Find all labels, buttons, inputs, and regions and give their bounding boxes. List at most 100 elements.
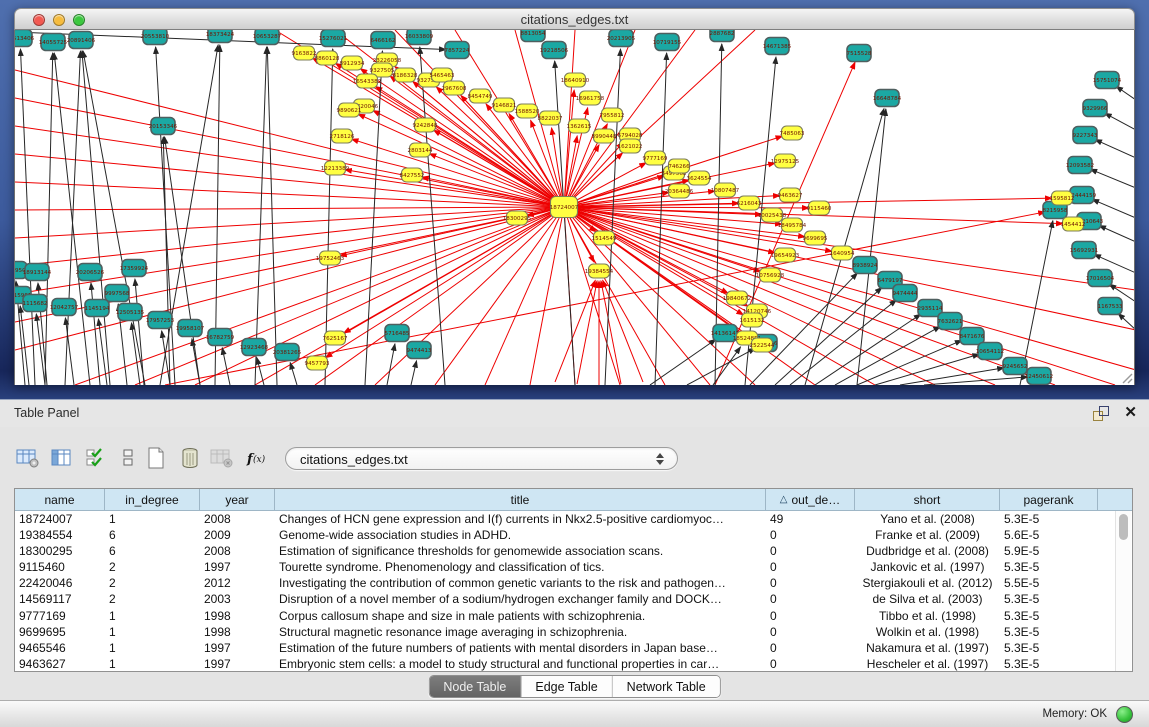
network-node[interactable]: 19218506 [540, 42, 569, 59]
row-height-icon[interactable] [114, 445, 142, 471]
network-node[interactable]: 20206526 [76, 264, 105, 281]
cell-title[interactable]: Estimation of the future numbers of pati… [275, 640, 766, 656]
cell-year[interactable]: 1998 [200, 624, 275, 640]
black-edge[interactable] [815, 314, 921, 385]
column-header-year[interactable]: year [200, 489, 275, 510]
network-node[interactable]: 16648784 [873, 90, 902, 107]
network-node[interactable]: 9329966 [1083, 100, 1108, 117]
network-node[interactable]: 17957253 [146, 312, 175, 329]
network-node[interactable]: 12513406 [15, 30, 35, 47]
network-node[interactable]: 9699695 [803, 231, 828, 245]
cell-pagerank[interactable]: 5.5E-5 [1000, 575, 1098, 591]
red-edge[interactable] [325, 207, 564, 358]
red-edge[interactable] [555, 280, 595, 382]
table-row[interactable]: 969969511998Structural magnetic resonanc… [15, 624, 1132, 640]
black-edge[interactable] [411, 361, 417, 385]
network-node[interactable]: 8454749 [468, 89, 493, 103]
cell-pagerank[interactable]: 5.6E-5 [1000, 527, 1098, 543]
cell-pagerank[interactable]: 5.3E-5 [1000, 591, 1098, 607]
network-node[interactable]: 1615132 [740, 313, 765, 327]
black-edge[interactable] [45, 53, 53, 385]
canvas-resize-grip-icon[interactable] [1123, 374, 1132, 383]
black-edge[interactable] [255, 47, 267, 385]
column-header-title[interactable]: title [275, 489, 766, 510]
cell-title[interactable]: Investigating the contribution of common… [275, 575, 766, 591]
cell-name[interactable]: 9115460 [15, 559, 105, 575]
network-node[interactable]: 2718126 [330, 129, 355, 143]
cell-year[interactable]: 1998 [200, 608, 275, 624]
cell-year[interactable]: 2008 [200, 543, 275, 559]
network-hub-node[interactable]: 18724007 [550, 197, 579, 218]
network-node[interactable]: 8471676 [960, 328, 985, 345]
cell-year[interactable]: 2008 [200, 511, 275, 527]
network-node[interactable]: 10756928 [756, 268, 785, 282]
cell-year[interactable]: 2012 [200, 575, 275, 591]
network-node[interactable]: 9245652 [1003, 358, 1028, 375]
cell-short[interactable]: Franke et al. (2009) [855, 527, 1000, 543]
network-node[interactable]: 1454412 [1061, 217, 1086, 231]
cell-title[interactable]: Disruption of a novel member of a sodium… [275, 591, 766, 607]
network-node[interactable]: 7955812 [600, 108, 625, 122]
network-node[interactable]: 7857224 [445, 42, 470, 59]
network-node[interactable]: 9163822 [292, 46, 317, 60]
cell-in_degree[interactable]: 1 [105, 624, 200, 640]
network-node[interactable]: 2967608 [442, 81, 467, 95]
network-node[interactable]: 9474444 [893, 285, 918, 302]
float-panel-icon[interactable] [1093, 406, 1109, 421]
tab-node-table[interactable]: Node Table [429, 676, 521, 697]
network-node[interactable]: 16033809 [405, 30, 434, 45]
black-edge[interactable] [1095, 140, 1134, 158]
network-node[interactable]: 15692931 [1070, 242, 1099, 259]
black-edge[interactable] [290, 363, 297, 385]
black-edge[interactable] [750, 273, 857, 385]
cell-pagerank[interactable]: 5.3E-5 [1000, 640, 1098, 656]
table-row[interactable]: 911546021997Tourette syndrome. Phenomeno… [15, 559, 1132, 575]
network-node[interactable]: 20553810 [141, 30, 170, 45]
red-edge[interactable] [195, 207, 564, 385]
network-node[interactable]: 1621022 [618, 139, 643, 153]
cell-in_degree[interactable]: 1 [105, 511, 200, 527]
select-columns-icon[interactable] [82, 445, 110, 471]
cell-out_de[interactable]: 0 [766, 591, 855, 607]
network-node[interactable]: 9242848 [413, 118, 438, 132]
table-row[interactable]: 946362711997Embryonic stem cells: a mode… [15, 656, 1132, 672]
tab-network-table[interactable]: Network Table [613, 676, 720, 697]
cell-year[interactable]: 2009 [200, 527, 275, 543]
network-node[interactable]: 5716485 [385, 325, 410, 342]
network-node[interactable]: 1362615 [567, 119, 592, 133]
network-node[interactable]: 12505135 [116, 304, 145, 321]
network-node[interactable]: 17016504 [1086, 270, 1115, 287]
cell-year[interactable]: 2003 [200, 591, 275, 607]
network-node[interactable]: 7515528 [847, 45, 872, 62]
cell-short[interactable]: de Silva et al. (2003) [855, 591, 1000, 607]
network-node[interactable]: 12450612 [1025, 368, 1053, 385]
red-edge[interactable] [345, 170, 564, 207]
cell-out_de[interactable]: 0 [766, 624, 855, 640]
cell-short[interactable]: Wolkin et al. (1998) [855, 624, 1000, 640]
table-row[interactable]: 1938455462009Genome-wide association stu… [15, 527, 1132, 543]
network-node[interactable]: 18640910 [561, 73, 590, 87]
cell-name[interactable]: 18300295 [15, 543, 105, 559]
network-node[interactable]: 9777169 [643, 151, 668, 165]
network-node[interactable]: 7485063 [780, 126, 805, 140]
network-node[interactable]: 6466162 [371, 32, 396, 49]
network-node[interactable]: 14055725 [39, 34, 68, 51]
cell-title[interactable]: Embryonic stem cells: a model to study s… [275, 656, 766, 672]
cell-in_degree[interactable]: 1 [105, 640, 200, 656]
column-header-pagerank[interactable]: pagerank [1000, 489, 1098, 510]
cell-name[interactable]: 9699695 [15, 624, 105, 640]
network-node[interactable]: 18495784 [778, 218, 807, 232]
cell-in_degree[interactable]: 1 [105, 656, 200, 672]
network-node[interactable]: 2887682 [710, 30, 735, 42]
black-edge[interactable] [790, 300, 896, 385]
black-edge[interactable] [650, 339, 716, 385]
cell-title[interactable]: Tourette syndrome. Phenomenology and cla… [275, 559, 766, 575]
black-edge[interactable] [1099, 225, 1134, 242]
network-node[interactable]: 12923468 [240, 339, 269, 356]
network-node[interactable]: 9146821 [492, 98, 517, 112]
cell-short[interactable]: Tibbo et al. (1998) [855, 608, 1000, 624]
network-node[interactable]: 10654112 [976, 343, 1004, 360]
network-node[interactable]: 19654923 [771, 248, 800, 262]
network-node[interactable]: 7632621 [938, 313, 963, 330]
network-node[interactable]: 8822037 [538, 111, 563, 125]
